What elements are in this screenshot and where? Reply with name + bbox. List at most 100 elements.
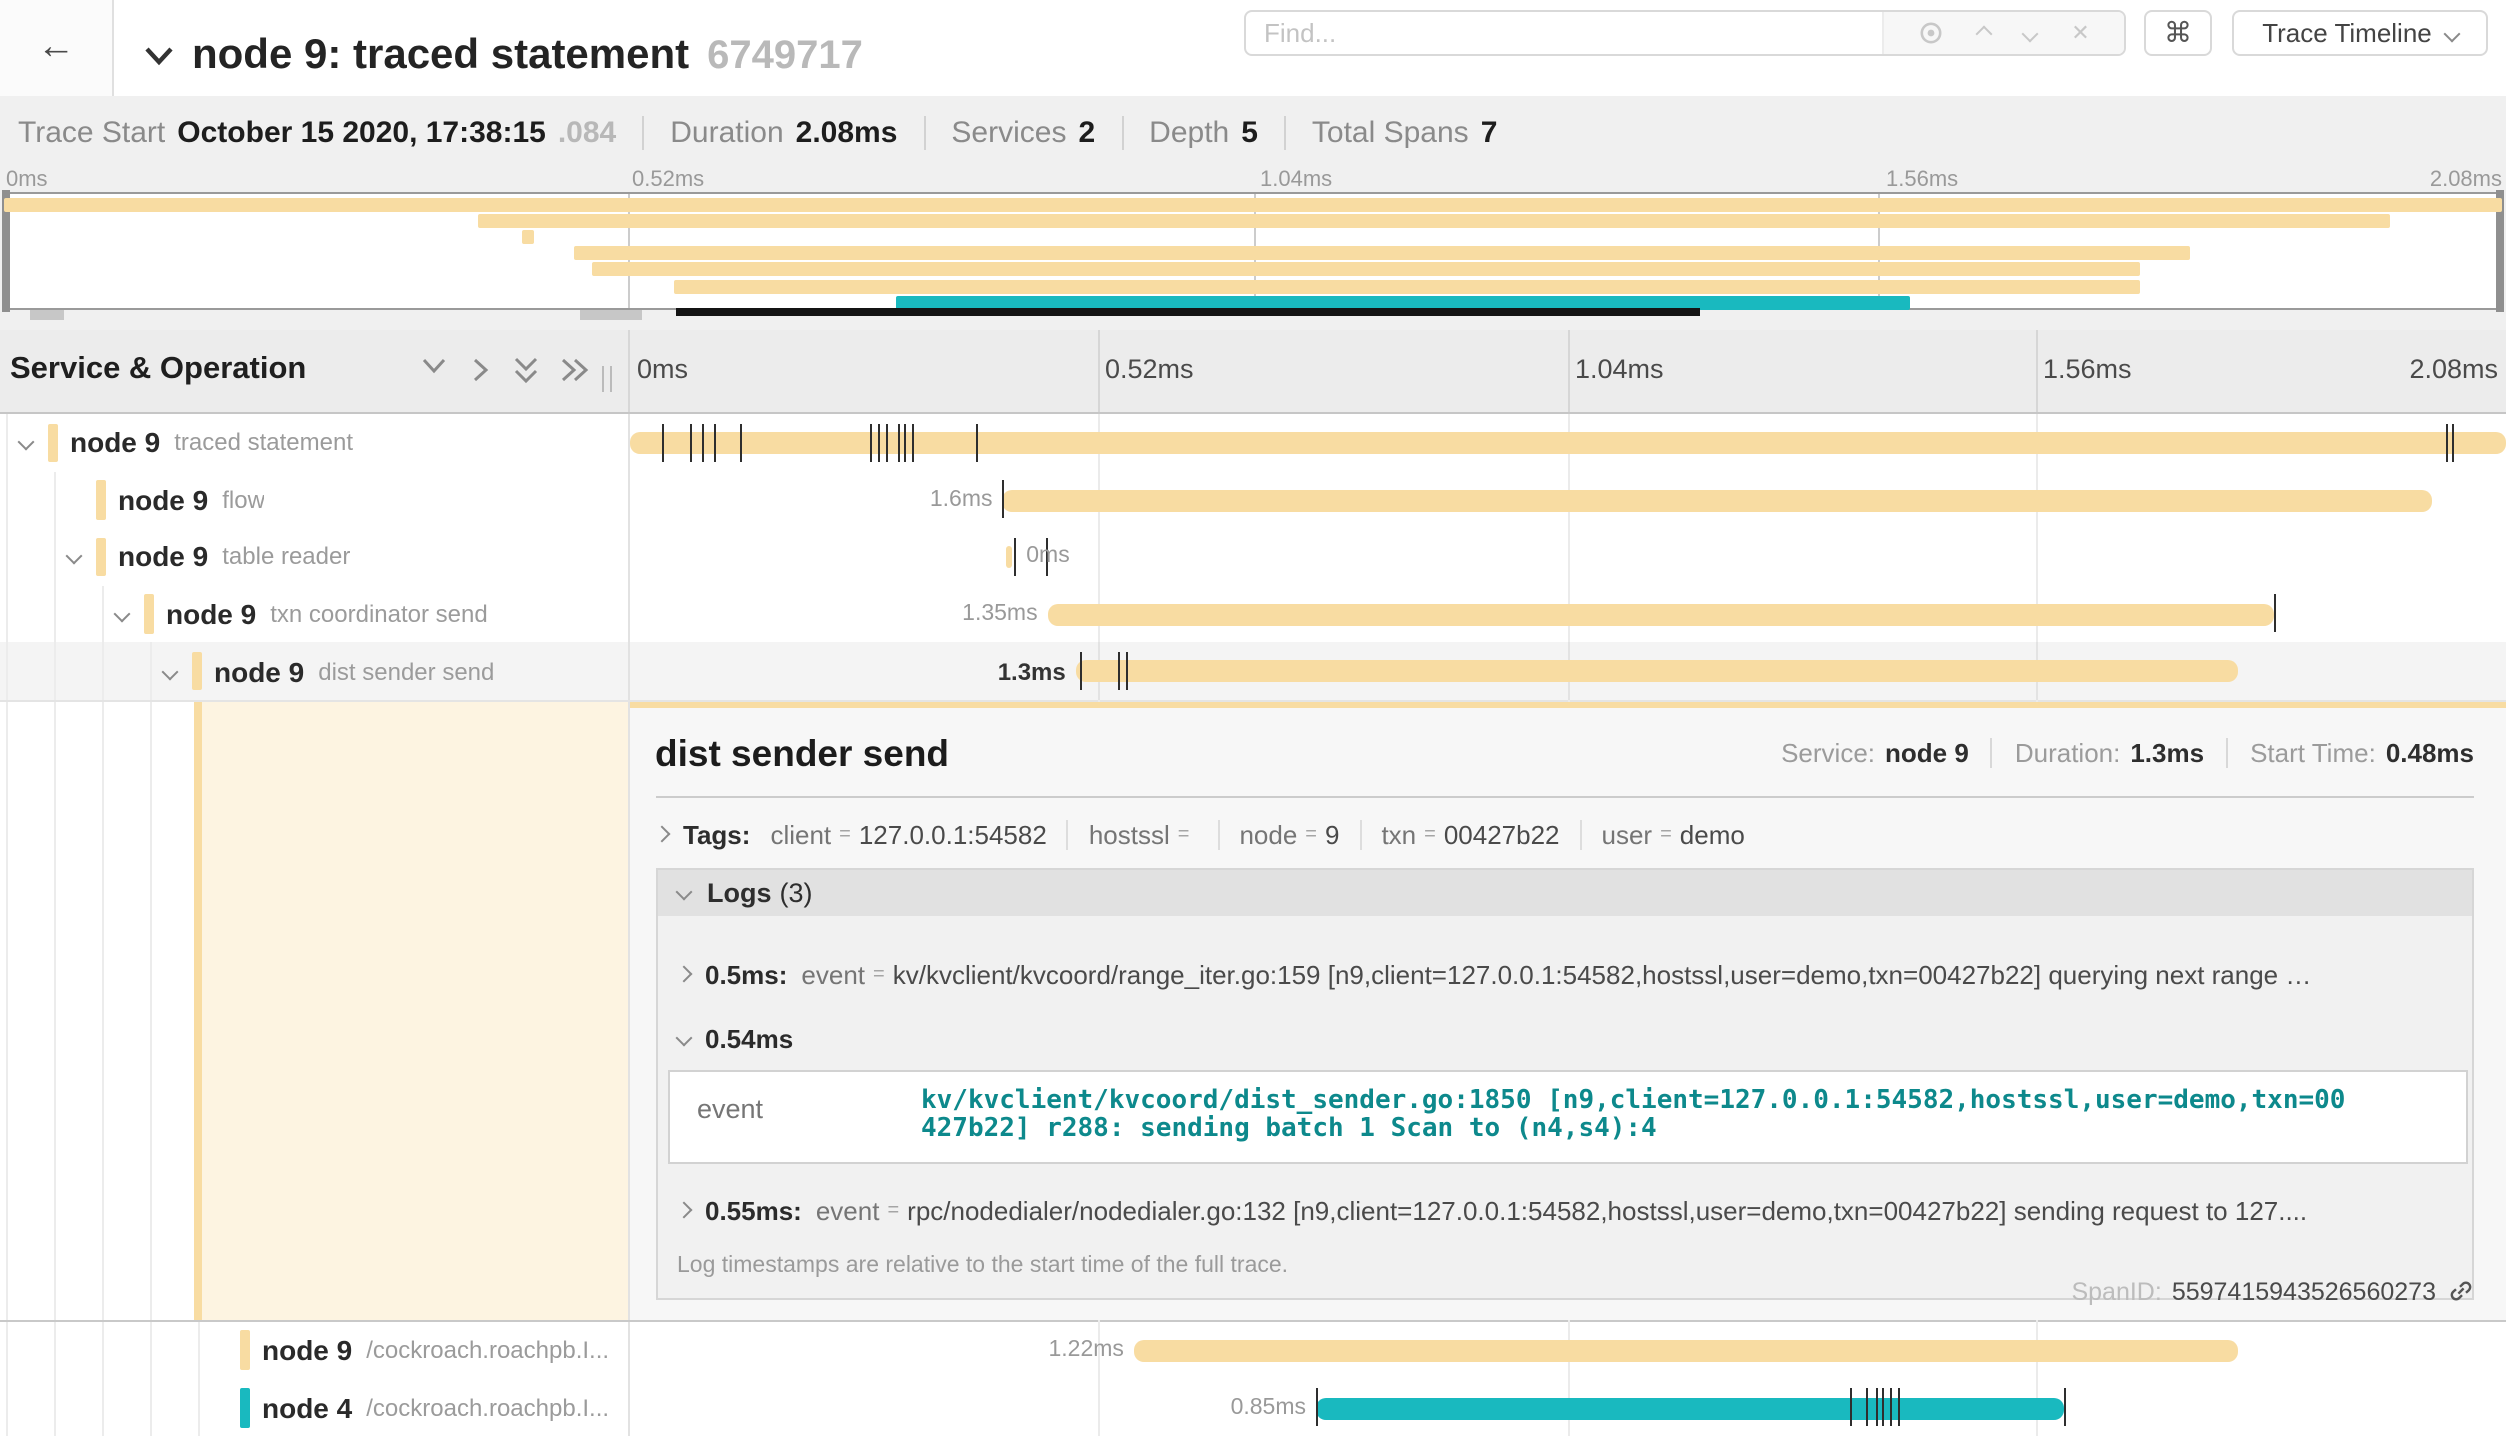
trace-view-selector[interactable]: Trace Timeline: [2232, 10, 2488, 56]
back-button[interactable]: ←: [0, 0, 114, 96]
span-timeline-cell[interactable]: 1.6ms: [629, 471, 2506, 528]
chevron-down-icon[interactable]: [66, 548, 83, 565]
log-entry[interactable]: 0.5ms: event = kv/kvclient/kvcoord/range…: [657, 956, 2472, 994]
trace-view-label: Trace Timeline: [2262, 18, 2432, 48]
span-name-cell[interactable]: node 4/cockroach.roachpb.I...: [0, 1379, 629, 1436]
span-timeline-cell[interactable]: 0ms: [629, 528, 2506, 585]
selected-span-highlight: [202, 702, 627, 1320]
span-duration-bar[interactable]: [1003, 489, 2433, 511]
tag-key: client: [770, 820, 831, 850]
find-input[interactable]: [1246, 12, 1882, 54]
tree-guide: [6, 471, 8, 528]
divider: [1991, 739, 1993, 769]
span-duration-label: 1.3ms: [998, 658, 1066, 686]
operation-name: txn coordinator send: [270, 600, 487, 628]
column-resize-handle[interactable]: [601, 366, 611, 392]
tags-row[interactable]: Tags: client=127.0.0.1:54582hostssl=node…: [655, 820, 2474, 850]
span-name-cell[interactable]: node 9/cockroach.roachpb.I...: [0, 1322, 629, 1379]
keyboard-shortcuts-button[interactable]: ⌘: [2144, 10, 2212, 56]
find-next-icon[interactable]: [2022, 25, 2039, 42]
chevron-down-icon[interactable]: [18, 434, 35, 451]
span-timeline-cell[interactable]: [629, 414, 2506, 471]
log-marker-tick: [869, 423, 871, 461]
chevron-down-icon[interactable]: [114, 606, 131, 623]
log-entry-expanded[interactable]: 0.54ms: [657, 1020, 2472, 1058]
span-duration-bar[interactable]: [1316, 1397, 2063, 1419]
collapse-all-icon[interactable]: [512, 356, 540, 386]
span-row[interactable]: node 9 txn coordinator send 1.35ms: [0, 586, 2506, 643]
service-label: Service:: [1781, 739, 1875, 769]
span-duration-bar[interactable]: [629, 432, 2506, 454]
close-icon[interactable]: ✕: [2071, 20, 2089, 46]
tree-guide: [6, 1322, 8, 1379]
log-timestamp: 0.54ms: [705, 1024, 793, 1054]
span-name-cell[interactable]: node 9dist sender send: [0, 643, 629, 700]
tag-key: hostssl: [1089, 820, 1170, 850]
log-marker-tick: [740, 423, 742, 461]
axis-tick: 0ms: [637, 354, 688, 384]
tag-value: 00427b22: [1444, 820, 1560, 850]
operation-name: table reader: [222, 543, 350, 571]
span-detail-name-column: [0, 702, 629, 1320]
operation-name: /cockroach.roachpb.I...: [366, 1337, 609, 1365]
span-timeline-cell[interactable]: 1.22ms: [629, 1322, 2506, 1379]
service-name: node 9: [166, 598, 256, 630]
log-entry[interactable]: 0.55ms: event = rpc/nodedialer/nodediale…: [657, 1192, 2472, 1230]
trace-minimap[interactable]: [2, 192, 2504, 310]
find-controls: ✕: [1882, 12, 2124, 54]
scroll-indicator[interactable]: [676, 308, 1700, 316]
log-timestamp: 0.5ms:: [705, 960, 787, 990]
logs-header[interactable]: Logs (3): [657, 870, 2472, 916]
tree-guide: [150, 702, 152, 1320]
span-row[interactable]: node 4/cockroach.roachpb.I...0.85ms: [0, 1379, 2506, 1436]
span-duration-bar[interactable]: [1048, 604, 2274, 626]
expand-one-icon[interactable]: [470, 356, 490, 384]
log-marker-tick: [2063, 1388, 2065, 1426]
log-marker-tick: [1003, 480, 1005, 518]
collapse-one-icon[interactable]: [420, 356, 448, 376]
span-timeline-cell[interactable]: 0.85ms: [629, 1379, 2506, 1436]
span-row[interactable]: node 9dist sender send 1.3ms: [0, 643, 2506, 700]
span-name-cell[interactable]: node 9traced statement: [0, 414, 629, 471]
tree-guide: [102, 586, 104, 643]
log-key: event: [816, 1196, 880, 1226]
trace-start-ms: .084: [558, 115, 616, 149]
minimap-axis: 0ms 0.52ms 1.04ms 1.56ms 2.08ms: [0, 168, 2506, 192]
chevron-right-icon[interactable]: [655, 826, 669, 843]
span-row[interactable]: node 9/cockroach.roachpb.I... 1.22ms: [0, 1322, 2506, 1379]
span-name-cell[interactable]: node 9flow: [0, 471, 629, 528]
scrubber-grip[interactable]: [580, 310, 642, 320]
span-name-cell[interactable]: node 9table reader: [0, 528, 629, 585]
axis-tick: 1.56ms: [1886, 168, 1958, 192]
divider: [1359, 820, 1361, 850]
span-color-bar: [192, 652, 201, 691]
total-spans-label: Total Spans: [1312, 115, 1469, 149]
scrubber-grip[interactable]: [29, 310, 63, 320]
axis-tick: 1.04ms: [1260, 168, 1332, 192]
span-name-cell[interactable]: node 9 txn coordinator send: [0, 586, 629, 643]
chevron-down-icon: [675, 884, 692, 901]
tree-guide: [6, 1379, 8, 1436]
span-duration-bar[interactable]: [1134, 1340, 2238, 1362]
link-icon[interactable]: [2448, 1279, 2474, 1305]
tag-value: 9: [1325, 820, 1339, 850]
log-marker-tick: [1015, 537, 1017, 575]
span-timeline-cell[interactable]: 1.35ms: [629, 586, 2506, 643]
find-prev-icon[interactable]: [1976, 25, 1993, 42]
span-row[interactable]: node 9table reader0ms: [0, 528, 2506, 585]
depth-value: 5: [1241, 115, 1258, 149]
span-row[interactable]: node 9traced statement: [0, 414, 2506, 471]
chevron-down-icon[interactable]: [162, 663, 179, 680]
log-event-message: kv/kvclient/kvcoord/dist_sender.go:1850 …: [921, 1088, 2442, 1146]
span-duration-label: 1.22ms: [1049, 1338, 1124, 1362]
log-marker-tick: [897, 423, 899, 461]
span-timeline-cell[interactable]: 1.3ms: [629, 643, 2506, 700]
span-duration-bar[interactable]: [1006, 546, 1013, 568]
span-row[interactable]: node 9flow1.6ms: [0, 471, 2506, 528]
span-detail-meta: Service: node 9 Duration: 1.3ms Start Ti…: [1781, 739, 2474, 769]
locate-icon[interactable]: [1918, 20, 1944, 46]
expand-all-icon[interactable]: [560, 356, 590, 384]
log-marker-tick: [879, 423, 881, 461]
chevron-down-icon[interactable]: [144, 46, 174, 66]
span-duration-bar[interactable]: [1076, 661, 2238, 683]
